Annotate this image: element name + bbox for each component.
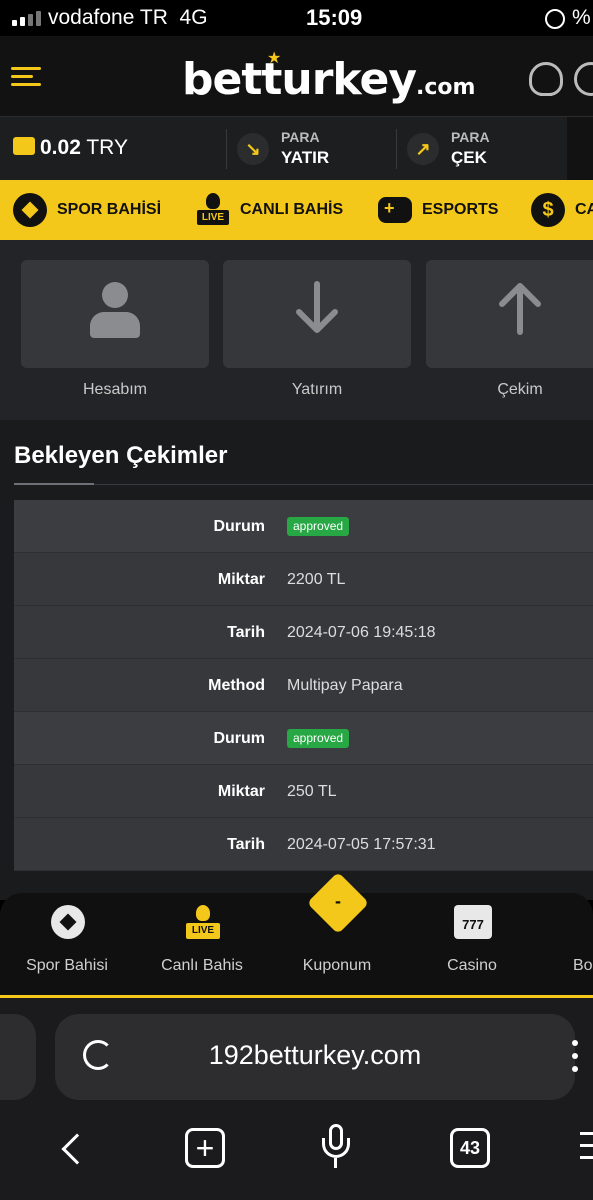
new-tab-button[interactable]: +: [185, 1128, 225, 1168]
category-live[interactable]: LIVE CANLI BAHİS: [196, 180, 343, 240]
browser-menu-icon[interactable]: [580, 1132, 593, 1162]
table-row: Miktar 250 TL: [14, 765, 593, 818]
category-esports[interactable]: ESPORTS: [378, 180, 498, 240]
status-badge: approved: [287, 729, 350, 748]
signal-icon: [12, 10, 42, 26]
address-bar[interactable]: 192betturkey.com: [55, 1014, 578, 1100]
balance-bar-edge: [567, 117, 593, 181]
slot-777-icon: 777: [454, 905, 492, 939]
history-icon[interactable]: [574, 62, 593, 96]
live-icon: LIVE: [197, 193, 229, 227]
status-badge: approved: [287, 517, 350, 536]
tile-withdraw[interactable]: [426, 260, 593, 368]
tab-count: 43: [450, 1128, 490, 1168]
carrier-label: vodafone TR 4G: [48, 6, 208, 29]
headset-support-icon[interactable]: [529, 62, 563, 96]
user-icon: [90, 282, 140, 338]
soccer-ball-icon: [51, 905, 85, 939]
title-divider: [14, 484, 593, 485]
voice-search-button[interactable]: [320, 1124, 352, 1170]
live-icon: LIVE: [186, 905, 220, 939]
arrow-down-icon: [296, 281, 338, 333]
casino-coin-icon: $: [531, 193, 565, 227]
logo-star-icon: ★: [267, 50, 282, 67]
wallet-icon: [13, 137, 35, 155]
section-title: Bekleyen Çekimler: [14, 442, 228, 469]
battery-label: %: [572, 6, 591, 29]
clock: 15:09: [306, 5, 363, 30]
withdrawals-table: Durum approved Miktar 2200 TL Tarih 2024…: [14, 500, 593, 871]
coupon-count: -: [335, 891, 341, 911]
arrow-up-icon: [499, 283, 541, 335]
more-options-icon[interactable]: [571, 1036, 579, 1076]
tabs-button[interactable]: 43: [450, 1128, 490, 1168]
table-row: Miktar 2200 TL: [14, 553, 593, 606]
back-button[interactable]: [61, 1133, 93, 1165]
rotation-lock-icon: [545, 9, 565, 29]
menu-icon[interactable]: [11, 67, 41, 87]
soccer-ball-icon: [13, 193, 47, 227]
tile-deposit[interactable]: [223, 260, 411, 368]
title-underline: [14, 483, 94, 485]
category-sports[interactable]: SPOR BAHİSİ: [13, 180, 161, 240]
balance-bar: 0.02 TRY ↘ PARA YATIR ↗ PARA ÇEK: [0, 116, 593, 181]
table-row: Tarih 2024-07-06 19:45:18: [14, 606, 593, 659]
deposit-arrow-icon: ↘: [237, 133, 269, 165]
category-casino[interactable]: $ CA: [531, 180, 593, 240]
plus-icon: +: [185, 1128, 225, 1168]
site-header: betturkey.com ★: [0, 36, 593, 116]
table-row: Durum approved: [14, 712, 593, 765]
tile-account[interactable]: [21, 260, 209, 368]
tile-account-label: Hesabım: [82, 381, 148, 398]
status-bar: vodafone TR 4G 15:09 %: [0, 0, 593, 36]
chevron-left-icon: [61, 1133, 93, 1165]
table-row: Durum approved: [14, 500, 593, 553]
bottom-nav: Spor Bahisi LIVE Canlı Bahis - Kuponum 7…: [0, 871, 593, 998]
microphone-icon: [320, 1124, 352, 1170]
url-text: 192betturkey.com: [208, 1040, 422, 1070]
withdraw-arrow-icon: ↗: [407, 133, 439, 165]
table-row: Method Multipay Papara: [14, 659, 593, 712]
balance-amount: 0.02 TRY: [40, 136, 128, 159]
tile-deposit-label: Yatırım: [291, 381, 343, 398]
divider: [226, 129, 227, 169]
gamepad-icon: [378, 197, 412, 223]
browser-chrome: 192betturkey.com + 43: [0, 998, 593, 1200]
category-nav: SPOR BAHİSİ LIVE CANLI BAHİS ESPORTS $ C…: [0, 180, 593, 240]
previous-tab[interactable]: [0, 1014, 36, 1100]
site-logo[interactable]: betturkey.com: [182, 54, 475, 105]
pending-withdrawals-section: Bekleyen Çekimler Durum approved Miktar …: [0, 420, 593, 900]
tile-withdraw-label: Çekim: [497, 381, 543, 398]
divider: [396, 129, 397, 169]
table-row: Tarih 2024-07-05 17:57:31: [14, 818, 593, 871]
